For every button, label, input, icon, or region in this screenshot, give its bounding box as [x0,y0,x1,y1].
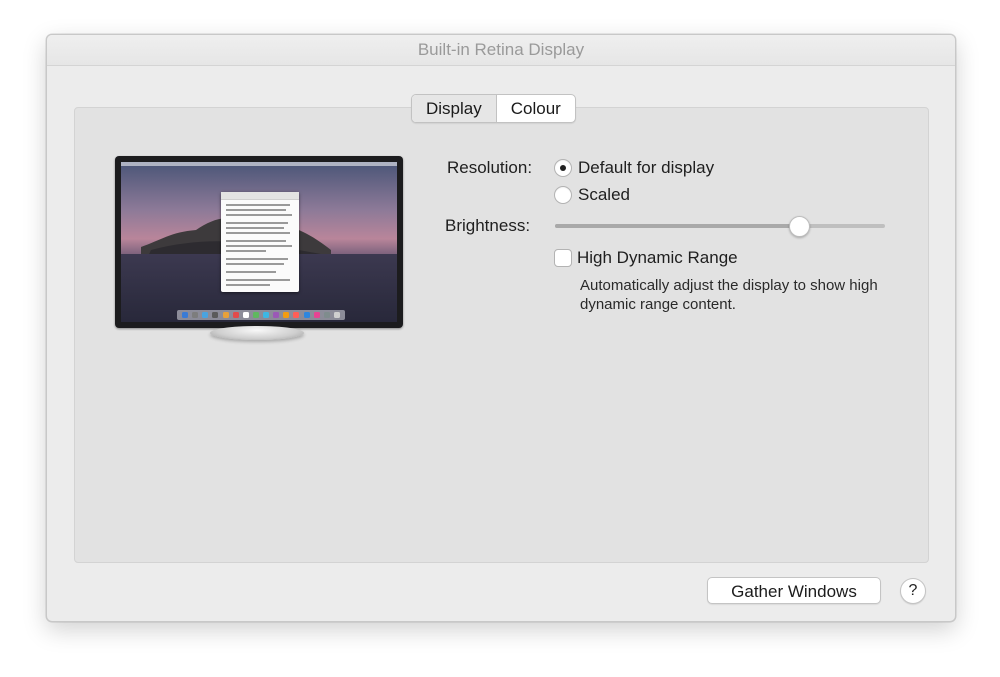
brightness-slider-knob[interactable] [788,216,810,237]
display-preferences-window: Built-in Retina Display Display Colour R… [46,34,956,622]
hdr-checkbox[interactable] [554,249,572,267]
tab-bar: Display Colour [411,94,576,123]
radio-default-label: Default for display [578,158,715,177]
preview-menubar [121,162,397,166]
hdr-description: Automatically adjust the display to show… [580,277,878,313]
brightness-slider[interactable] [555,224,885,228]
tab-display[interactable]: Display [412,95,497,122]
resolution-label: Resolution: [447,158,533,177]
hdr-label: High Dynamic Range [577,248,738,267]
monitor-preview-icon [115,156,403,328]
window-title: Built-in Retina Display [47,35,955,66]
help-icon[interactable]: ? [900,578,926,604]
monitor-stand [210,326,304,340]
preview-document-window [221,192,299,292]
radio-default-for-display[interactable] [554,159,572,177]
gather-windows-button[interactable]: Gather Windows [707,577,881,604]
preview-dock [177,310,345,320]
brightness-slider-fill [555,224,800,228]
brightness-label: Brightness: [445,216,531,235]
radio-scaled-label: Scaled [578,185,630,204]
radio-scaled[interactable] [554,186,572,204]
monitor-screen [121,162,397,322]
tab-colour[interactable]: Colour [497,95,575,122]
